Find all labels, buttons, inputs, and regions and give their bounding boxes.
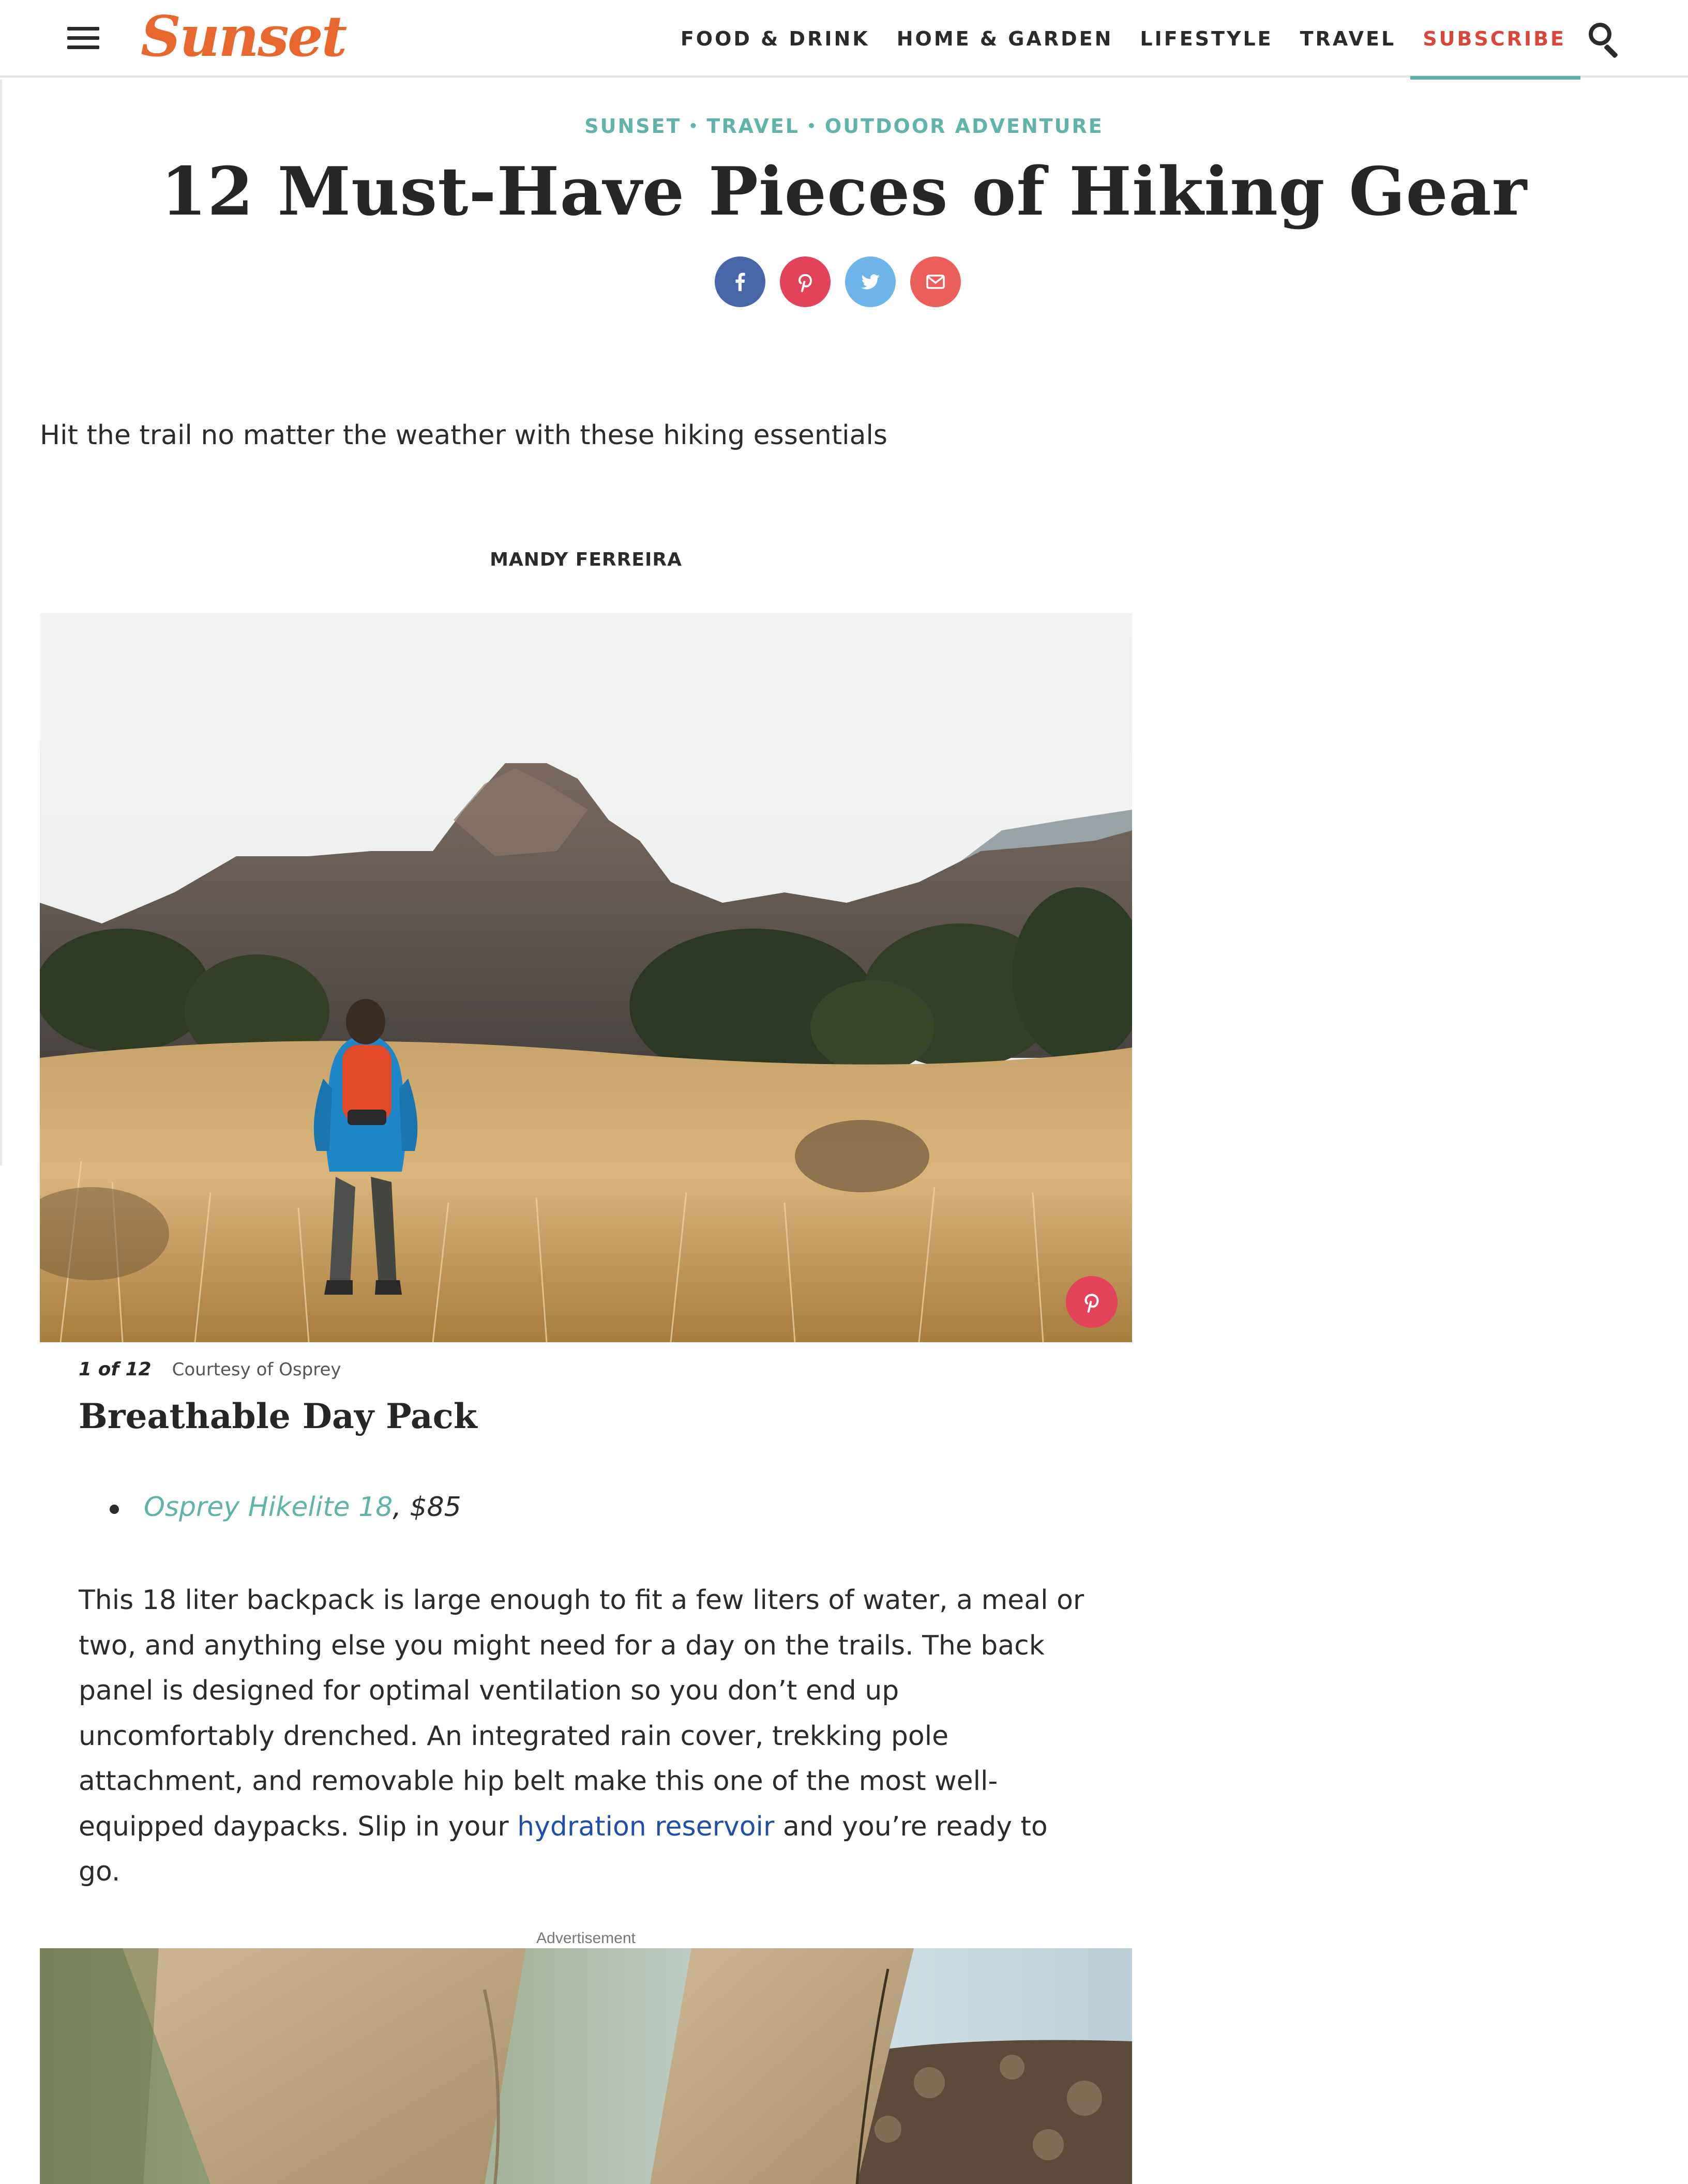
- search-icon[interactable]: [1587, 21, 1623, 59]
- site-logo[interactable]: Sunset: [141, 3, 347, 70]
- pinterest-icon: [798, 274, 812, 292]
- share-facebook-button[interactable]: [715, 256, 765, 307]
- product-link[interactable]: Osprey Hikelite 18: [144, 1492, 393, 1523]
- subscribe-link[interactable]: SUBSCRIBE: [1410, 0, 1580, 80]
- slide-body-text: This 18 liter backpack is large enough t…: [79, 1578, 1092, 1895]
- slide-counter: 1 of 12: [79, 1359, 152, 1380]
- slide-title: Breathable Day Pack: [79, 1396, 477, 1436]
- hamburger-menu-icon[interactable]: [67, 27, 99, 50]
- email-icon: [926, 275, 945, 289]
- facebook-icon: [735, 272, 745, 291]
- main-nav: FOOD & DRINK HOME & GARDEN LIFESTYLE TRA…: [681, 0, 1688, 80]
- breadcrumb: SUNSET • TRAVEL • OUTDOOR ADVENTURE: [0, 115, 1688, 138]
- breadcrumb-separator: •: [688, 117, 700, 134]
- article-title: 12 Must-Have Pieces of Hiking Gear: [160, 153, 1528, 231]
- hiker-in-meadow-image: [40, 613, 1132, 1342]
- nav-item-lifestyle[interactable]: LIFESTYLE: [1140, 27, 1273, 50]
- share-buttons: [715, 256, 961, 307]
- product-price: , $85: [393, 1492, 461, 1523]
- left-divider: [0, 80, 2, 1165]
- share-email-button[interactable]: [910, 256, 961, 307]
- breadcrumb-sunset[interactable]: SUNSET: [584, 115, 681, 138]
- product-list: Osprey Hikelite 18, $85: [79, 1489, 461, 1525]
- breadcrumb-outdoor-adventure[interactable]: OUTDOOR ADVENTURE: [825, 115, 1104, 138]
- breadcrumb-travel[interactable]: TRAVEL: [706, 115, 800, 138]
- article-dek: Hit the trail no matter the weather with…: [40, 420, 888, 451]
- slide-photo: [40, 613, 1132, 1342]
- next-slide-photo: [40, 1948, 1132, 2184]
- author-byline[interactable]: MANDY FERREIRA: [40, 549, 1132, 570]
- pin-image-button[interactable]: [1066, 1276, 1118, 1328]
- nav-item-home-garden[interactable]: HOME & GARDEN: [897, 27, 1113, 50]
- hiking-pants-image: [40, 1948, 1132, 2184]
- photo-credit: Courtesy of Osprey: [172, 1359, 341, 1380]
- slide-caption: 1 of 12 Courtesy of Osprey: [79, 1359, 341, 1380]
- nav-item-travel[interactable]: TRAVEL: [1300, 27, 1396, 50]
- pinterest-icon: [1084, 1294, 1099, 1313]
- share-pinterest-button[interactable]: [780, 256, 831, 307]
- breadcrumb-separator: •: [807, 117, 818, 134]
- hydration-reservoir-link[interactable]: hydration reservoir: [517, 1811, 774, 1842]
- twitter-icon: [861, 274, 880, 290]
- site-header: Sunset FOOD & DRINK HOME & GARDEN LIFEST…: [0, 0, 1688, 80]
- body-text-start: This 18 liter backpack is large enough t…: [79, 1585, 1084, 1842]
- share-twitter-button[interactable]: [845, 256, 896, 307]
- list-item: Osprey Hikelite 18, $85: [79, 1489, 461, 1525]
- nav-item-food-drink[interactable]: FOOD & DRINK: [681, 27, 870, 50]
- advertisement-label: Advertisement: [536, 1930, 636, 1947]
